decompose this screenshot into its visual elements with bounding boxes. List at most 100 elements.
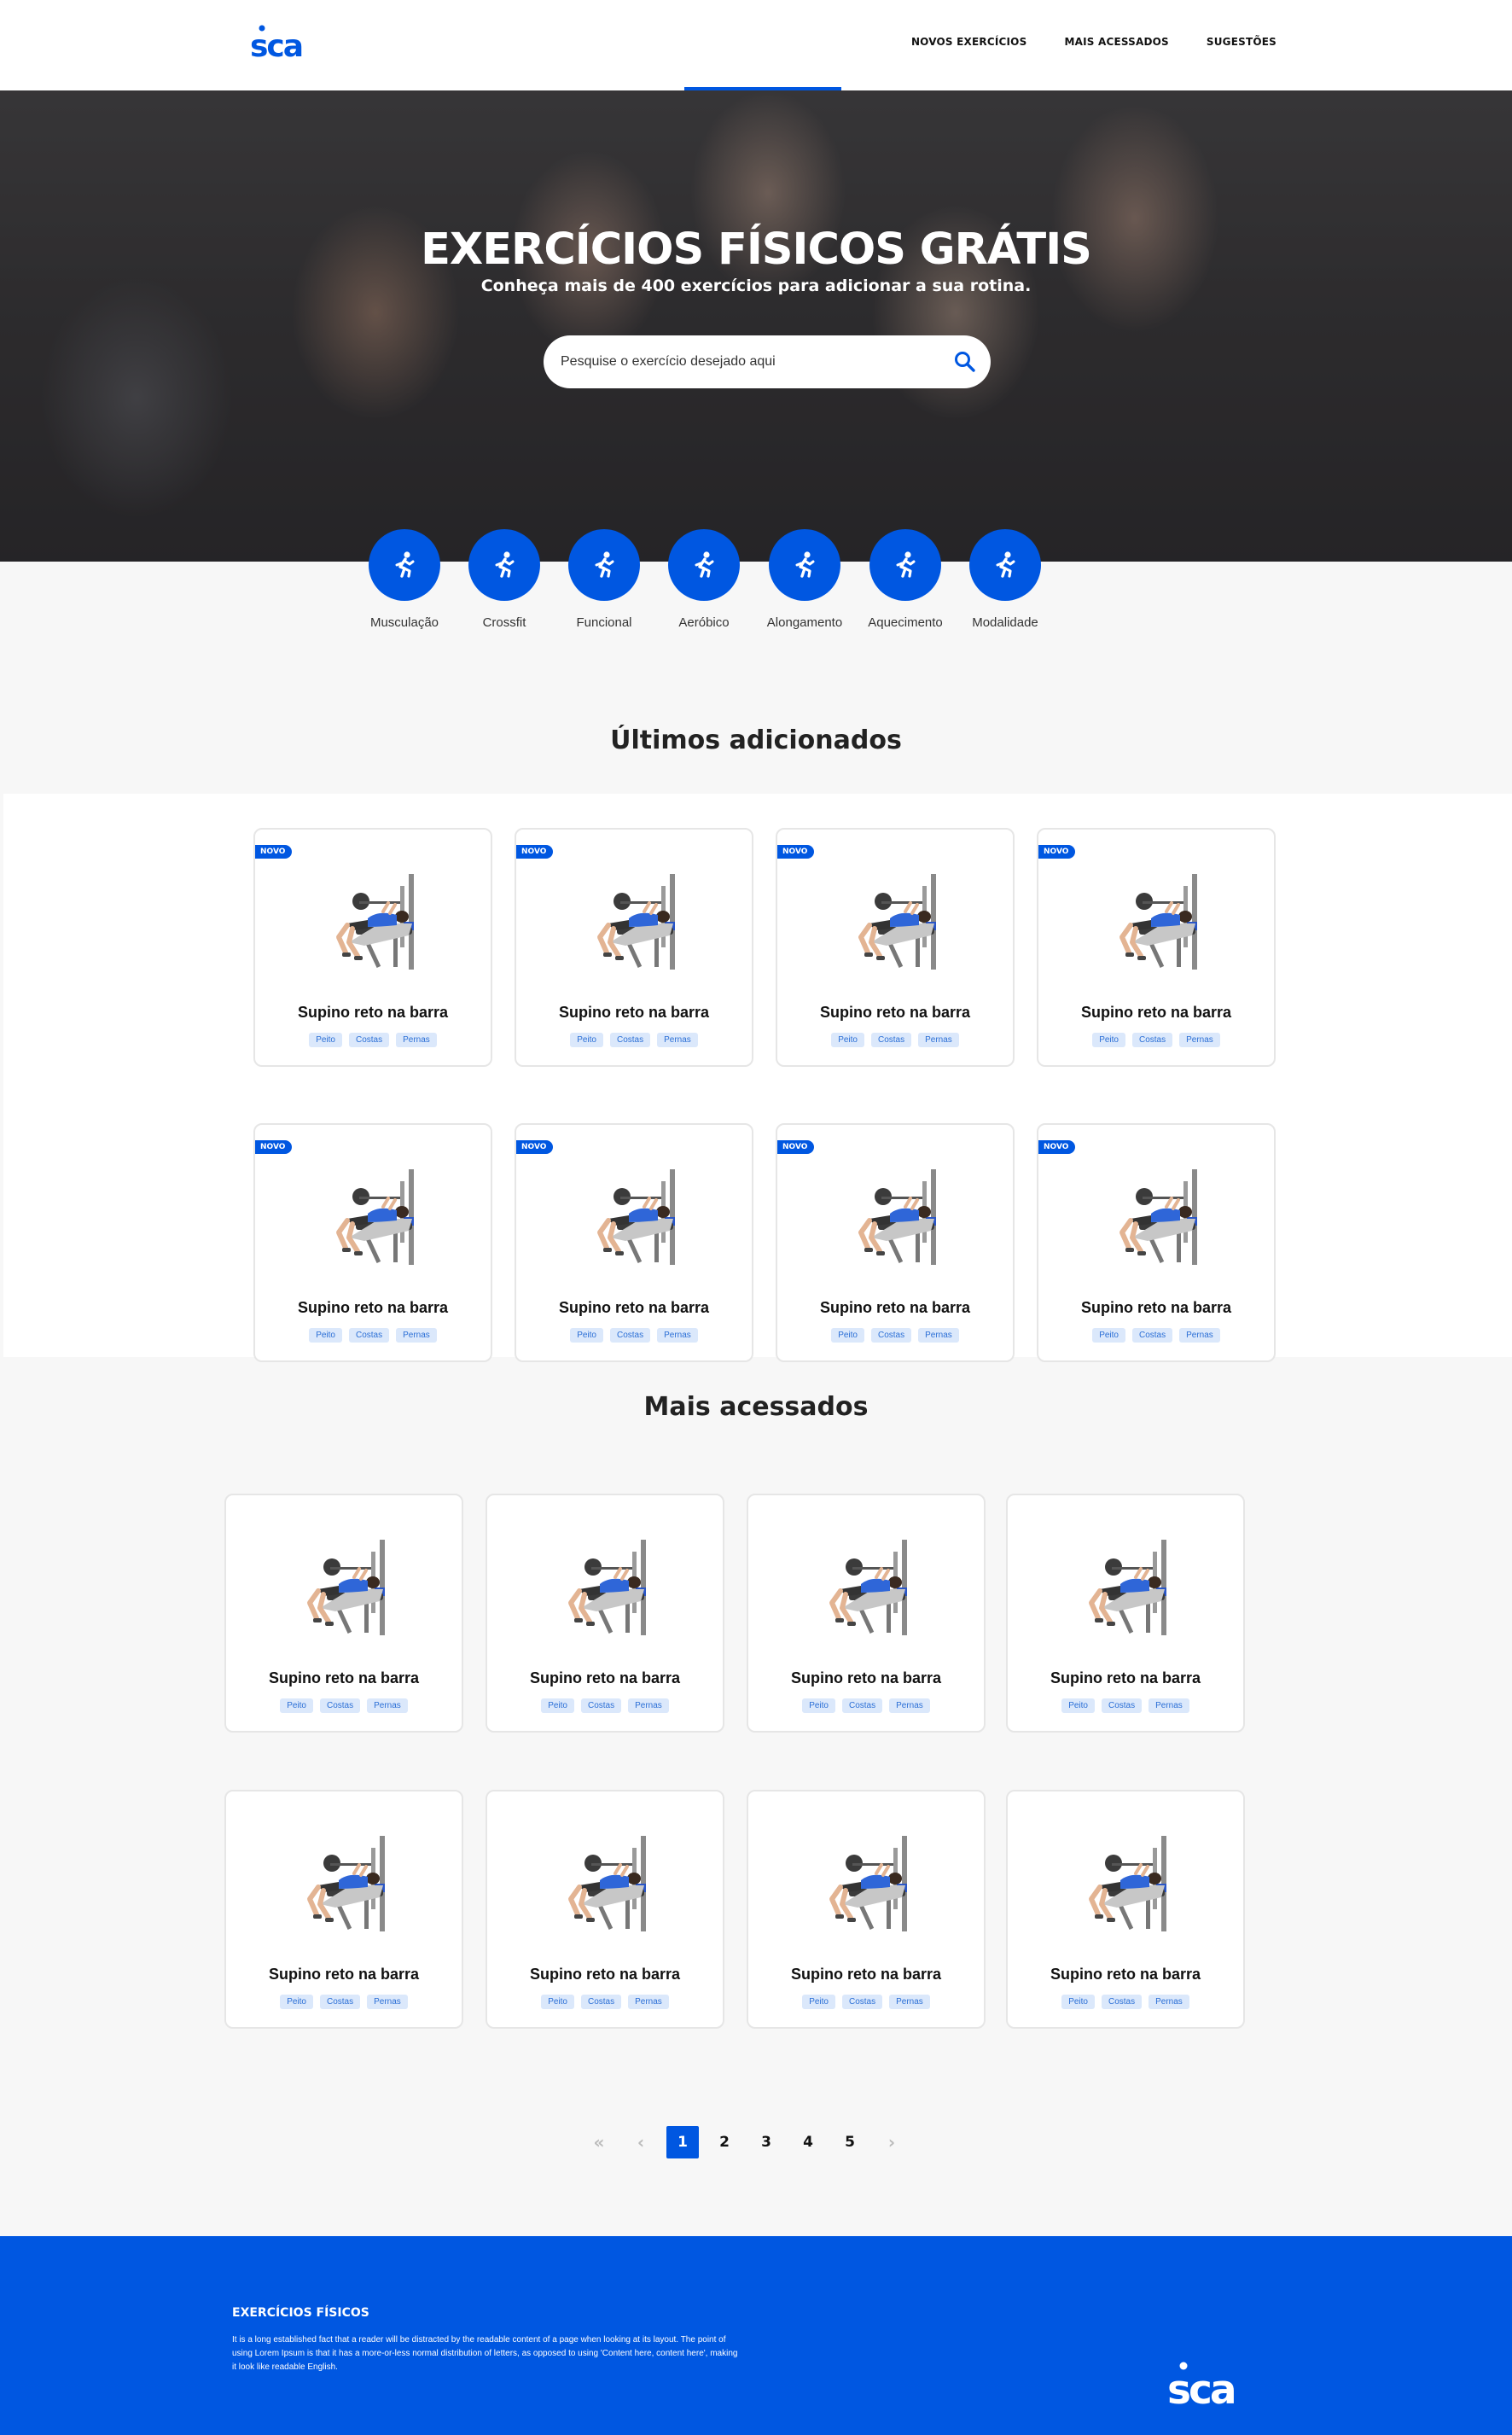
popular-card[interactable]: Supino reto na barra Peito Costas Pernas	[747, 1494, 986, 1733]
sca-logo[interactable]: sca	[250, 24, 318, 61]
latest-card[interactable]: NOVO Supino reto na barra Peito Costas Pern…	[253, 828, 492, 1067]
tag-pernas[interactable]: Pernas	[367, 1995, 408, 2009]
tag-costas[interactable]: Costas	[319, 1995, 361, 2009]
tag-costas[interactable]: Costas	[870, 1033, 912, 1047]
tag-peito[interactable]: Peito	[541, 1698, 574, 1713]
latest-card[interactable]: NOVO Supino reto na barra Peito Costas Pern…	[1037, 1123, 1276, 1362]
nav-mais-acessados[interactable]: MAIS ACESSADOS	[1064, 36, 1168, 48]
tag-peito[interactable]: Peito	[280, 1698, 313, 1713]
tag-pernas[interactable]: Pernas	[1149, 1995, 1189, 2009]
tag-peito[interactable]: Peito	[1061, 1995, 1095, 2009]
tag-peito[interactable]: Peito	[1092, 1328, 1125, 1343]
tag-pernas[interactable]: Pernas	[918, 1033, 959, 1047]
card-title: Supino reto na barra	[1050, 1966, 1201, 1983]
double-chevron-left-icon[interactable]: «	[583, 2126, 615, 2158]
category-circle[interactable]	[869, 529, 941, 601]
tag-peito[interactable]: Peito	[831, 1328, 864, 1343]
tag-costas[interactable]: Costas	[580, 1995, 622, 2009]
tag-pernas[interactable]: Pernas	[918, 1328, 959, 1343]
tag-costas[interactable]: Costas	[1101, 1698, 1143, 1713]
page-1-button[interactable]: 1	[666, 2126, 699, 2158]
search-input[interactable]	[561, 335, 928, 388]
nav-novos-exercicios[interactable]: NOVOS EXERCÍCIOS	[911, 36, 1027, 48]
category-crossfit[interactable]: Crossfit	[449, 529, 560, 630]
category-circle[interactable]	[468, 529, 540, 601]
latest-card[interactable]: NOVO Supino reto na barra Peito Costas Pern…	[776, 1123, 1015, 1362]
category-circle[interactable]	[668, 529, 740, 601]
latest-card[interactable]: NOVO Supino reto na barra Peito Costas Pern…	[776, 828, 1015, 1067]
tag-peito[interactable]: Peito	[802, 1698, 835, 1713]
page-3-button[interactable]: 3	[750, 2126, 782, 2158]
latest-card[interactable]: NOVO Supino reto na barra Peito Costas Pern…	[253, 1123, 492, 1362]
category-circle[interactable]	[568, 529, 640, 601]
popular-card[interactable]: Supino reto na barra Peito Costas Pernas	[486, 1494, 724, 1733]
category-aquecimento[interactable]: Aquecimento	[850, 529, 961, 630]
tag-costas[interactable]: Costas	[580, 1698, 622, 1713]
category-musculação[interactable]: Musculação	[349, 529, 460, 630]
chevron-left-icon[interactable]: ‹	[625, 2126, 657, 2158]
popular-card[interactable]: Supino reto na barra Peito Costas Pernas	[224, 1494, 463, 1733]
category-circle[interactable]	[969, 529, 1041, 601]
chevron-right-icon[interactable]: ›	[875, 2126, 908, 2158]
new-badge: NOVO	[255, 845, 293, 859]
card-tags: Peito Costas Pernas	[748, 1995, 984, 2009]
popular-card[interactable]: Supino reto na barra Peito Costas Pernas	[486, 1790, 724, 2029]
category-circle[interactable]	[369, 529, 440, 601]
page-2-button[interactable]: 2	[708, 2126, 741, 2158]
tag-pernas[interactable]: Pernas	[396, 1328, 437, 1343]
tag-peito[interactable]: Peito	[541, 1995, 574, 2009]
tag-peito[interactable]: Peito	[309, 1033, 342, 1047]
tag-peito[interactable]: Peito	[802, 1995, 835, 2009]
latest-card[interactable]: NOVO Supino reto na barra Peito Costas Pern…	[515, 828, 753, 1067]
popular-card[interactable]: Supino reto na barra Peito Costas Pernas	[1006, 1790, 1245, 2029]
tag-pernas[interactable]: Pernas	[889, 1995, 930, 2009]
tag-pernas[interactable]: Pernas	[889, 1698, 930, 1713]
tag-costas[interactable]: Costas	[348, 1033, 390, 1047]
footer-title: EXERCÍCIOS FÍSICOS	[232, 2306, 369, 2320]
tag-costas[interactable]: Costas	[841, 1698, 883, 1713]
tag-peito[interactable]: Peito	[831, 1033, 864, 1047]
tag-pernas[interactable]: Pernas	[628, 1995, 669, 2009]
tag-pernas[interactable]: Pernas	[367, 1698, 408, 1713]
latest-card[interactable]: NOVO Supino reto na barra Peito Costas Pern…	[515, 1123, 753, 1362]
search-icon[interactable]	[953, 350, 977, 374]
nav-sugestoes[interactable]: SUGESTÕES	[1207, 36, 1276, 48]
tag-pernas[interactable]: Pernas	[1179, 1033, 1220, 1047]
category-circle[interactable]	[769, 529, 840, 601]
popular-card[interactable]: Supino reto na barra Peito Costas Pernas	[1006, 1494, 1245, 1733]
tag-peito[interactable]: Peito	[570, 1328, 603, 1343]
tag-pernas[interactable]: Pernas	[396, 1033, 437, 1047]
popular-card[interactable]: Supino reto na barra Peito Costas Pernas	[224, 1790, 463, 2029]
tag-costas[interactable]: Costas	[841, 1995, 883, 2009]
tag-costas[interactable]: Costas	[870, 1328, 912, 1343]
tag-costas[interactable]: Costas	[348, 1328, 390, 1343]
tag-pernas[interactable]: Pernas	[1149, 1698, 1189, 1713]
popular-card[interactable]: Supino reto na barra Peito Costas Pernas	[747, 1790, 986, 2029]
tag-costas[interactable]: Costas	[609, 1033, 651, 1047]
category-modalidade[interactable]: Modalidade	[950, 529, 1061, 630]
tag-costas[interactable]: Costas	[1101, 1995, 1143, 2009]
category-funcional[interactable]: Funcional	[549, 529, 660, 630]
category-aeróbico[interactable]: Aeróbico	[648, 529, 759, 630]
tag-peito[interactable]: Peito	[570, 1033, 603, 1047]
tag-pernas[interactable]: Pernas	[657, 1328, 698, 1343]
search-bar	[544, 335, 991, 388]
tag-costas[interactable]: Costas	[1131, 1328, 1173, 1343]
tag-peito[interactable]: Peito	[309, 1328, 342, 1343]
page-4-button[interactable]: 4	[792, 2126, 824, 2158]
bench-press-illustration	[1119, 1169, 1197, 1265]
tag-pernas[interactable]: Pernas	[1179, 1328, 1220, 1343]
tag-costas[interactable]: Costas	[609, 1328, 651, 1343]
tag-pernas[interactable]: Pernas	[657, 1033, 698, 1047]
tag-costas[interactable]: Costas	[1131, 1033, 1173, 1047]
tag-peito[interactable]: Peito	[1092, 1033, 1125, 1047]
tag-costas[interactable]: Costas	[319, 1698, 361, 1713]
tag-peito[interactable]: Peito	[280, 1995, 313, 2009]
tag-pernas[interactable]: Pernas	[628, 1698, 669, 1713]
footer-sca-logo[interactable]: sca	[1167, 2361, 1256, 2410]
tag-peito[interactable]: Peito	[1061, 1698, 1095, 1713]
category-alongamento[interactable]: Alongamento	[749, 529, 860, 630]
page-5-button[interactable]: 5	[834, 2126, 866, 2158]
latest-card[interactable]: NOVO Supino reto na barra Peito Costas Pern…	[1037, 828, 1276, 1067]
card-title: Supino reto na barra	[1050, 1669, 1201, 1686]
